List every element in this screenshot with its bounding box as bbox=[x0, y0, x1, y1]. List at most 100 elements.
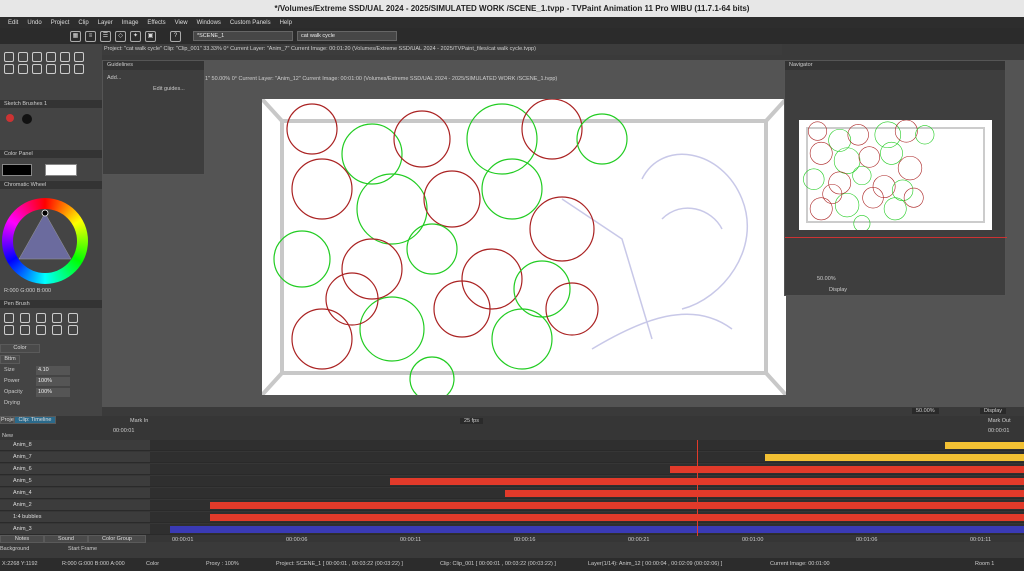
pen-icon[interactable] bbox=[4, 313, 14, 323]
layer-track[interactable] bbox=[150, 524, 1024, 535]
light-icon[interactable]: ✦ bbox=[130, 30, 141, 42]
fps-select[interactable]: 25 fps bbox=[460, 418, 483, 424]
lightbox-icon[interactable]: ◇ bbox=[115, 30, 126, 42]
move-icon[interactable] bbox=[60, 64, 70, 74]
layer-row[interactable]: Anim_6 bbox=[0, 464, 150, 475]
menu-item[interactable]: Project bbox=[51, 20, 70, 26]
menu-item[interactable]: Image bbox=[122, 20, 139, 26]
color-triangle[interactable] bbox=[13, 209, 77, 273]
scene-select[interactable]: *SCENE_1 bbox=[193, 31, 293, 41]
layer-row[interactable]: Anim_7 bbox=[0, 452, 150, 463]
eraser-icon[interactable] bbox=[68, 325, 78, 335]
layer-row[interactable]: Anim_3 bbox=[0, 524, 150, 535]
scissors-icon[interactable] bbox=[4, 325, 14, 335]
line-tool-icon[interactable] bbox=[18, 52, 28, 62]
navigator-zoom[interactable]: 50.00% bbox=[817, 276, 836, 282]
airbrush-icon[interactable] bbox=[68, 313, 78, 323]
layer-row[interactable]: 1:4 bubbles bbox=[0, 512, 150, 523]
grid-icon[interactable]: ▦ bbox=[70, 30, 81, 42]
color-status: Color bbox=[146, 561, 160, 567]
select-free-icon[interactable] bbox=[18, 64, 28, 74]
nav-circle bbox=[897, 155, 923, 181]
menu-item[interactable]: Custom Panels bbox=[230, 20, 271, 26]
stack-icon[interactable]: ☰ bbox=[100, 30, 111, 42]
brush-preset-red[interactable] bbox=[6, 114, 14, 122]
project-tab[interactable]: Project bbox=[0, 416, 18, 424]
canvas-display[interactable]: Display bbox=[980, 408, 1007, 414]
notes-tab[interactable]: Notes bbox=[0, 535, 44, 543]
layer-clip-bar[interactable] bbox=[505, 490, 1024, 497]
menu-item[interactable]: View bbox=[175, 20, 188, 26]
new-layer-button[interactable]: New bbox=[0, 433, 13, 439]
layer-row[interactable]: Anim_8 bbox=[0, 440, 150, 451]
menu-item[interactable]: Clip bbox=[78, 20, 88, 26]
layer-row[interactable]: Anim_5 bbox=[0, 476, 150, 487]
color-tab[interactable]: Color bbox=[0, 344, 40, 353]
primary-color-swatch[interactable] bbox=[2, 164, 32, 176]
layer-clip-bar[interactable] bbox=[670, 466, 1024, 473]
color-triangle-area[interactable] bbox=[13, 209, 77, 273]
layer-track[interactable] bbox=[150, 476, 1024, 487]
menu-item[interactable]: Undo bbox=[27, 20, 41, 26]
opacity-field[interactable]: 100% bbox=[36, 388, 70, 397]
ellipse-tool-icon[interactable] bbox=[46, 52, 56, 62]
navigator-display[interactable]: Display bbox=[829, 287, 847, 293]
color-group-tab[interactable]: Color Group bbox=[88, 535, 146, 543]
marker-icon[interactable] bbox=[52, 313, 62, 323]
mark-out[interactable]: Mark Out bbox=[988, 418, 1011, 424]
navigator-preview[interactable] bbox=[799, 119, 992, 233]
transform-icon[interactable] bbox=[74, 64, 84, 74]
tools-tab[interactable]: Bttm bbox=[0, 355, 20, 364]
layer-track[interactable] bbox=[150, 464, 1024, 475]
layer-track[interactable] bbox=[150, 440, 1024, 451]
canvas-zoom[interactable]: 50.00% bbox=[912, 408, 939, 414]
menu-item[interactable]: Windows bbox=[197, 20, 221, 26]
secondary-color-swatch[interactable] bbox=[45, 164, 77, 176]
ink-icon[interactable] bbox=[36, 313, 46, 323]
menu-item[interactable]: Help bbox=[280, 20, 292, 26]
curve-tool-icon[interactable] bbox=[60, 52, 70, 62]
status-bar: X:2268 Y:1192 R:000 G:000 B:000 A:000 Co… bbox=[0, 558, 1024, 571]
layer-clip-bar[interactable] bbox=[170, 526, 1024, 533]
rect-tool-icon[interactable] bbox=[32, 52, 42, 62]
magic-wand-icon[interactable] bbox=[46, 64, 56, 74]
drawing-canvas[interactable] bbox=[260, 97, 788, 402]
fill-tool-icon[interactable] bbox=[74, 52, 84, 62]
save-icon[interactable]: ▣ bbox=[145, 30, 156, 42]
size-field[interactable]: 4.10 bbox=[36, 366, 70, 375]
edit-guides-button[interactable]: Edit guides... bbox=[103, 86, 204, 92]
sound-tab[interactable]: Sound bbox=[44, 535, 88, 543]
layer-clip-bar[interactable] bbox=[390, 478, 1024, 485]
clip-select[interactable]: cat walk cycle bbox=[297, 31, 397, 41]
layers-icon[interactable]: ≡ bbox=[85, 30, 96, 42]
menu-item[interactable]: Effects bbox=[147, 20, 165, 26]
add-guide-button[interactable]: Add... bbox=[103, 70, 204, 86]
color-wheel[interactable] bbox=[2, 198, 88, 284]
layer-row[interactable]: Anim_4 bbox=[0, 488, 150, 499]
layer-row[interactable]: Anim_2 bbox=[0, 500, 150, 511]
drop-icon[interactable] bbox=[36, 325, 46, 335]
blend-icon[interactable] bbox=[20, 325, 30, 335]
layer-track[interactable] bbox=[150, 512, 1024, 523]
select-rect-icon[interactable] bbox=[4, 64, 14, 74]
brush-preset-black[interactable] bbox=[22, 114, 32, 124]
mark-in[interactable]: Mark In bbox=[130, 418, 148, 424]
menu-item[interactable]: Layer bbox=[98, 20, 113, 26]
layer-clip-bar[interactable] bbox=[945, 442, 1024, 449]
layer-track[interactable] bbox=[150, 500, 1024, 511]
layer-clip-bar[interactable] bbox=[765, 454, 1024, 461]
layer-track[interactable] bbox=[150, 488, 1024, 499]
help-icon[interactable]: ? bbox=[170, 30, 181, 42]
layer-name: 1:4 bubbles bbox=[13, 514, 42, 520]
brush-tool-icon[interactable] bbox=[4, 52, 14, 62]
layer-clip-bar[interactable] bbox=[210, 502, 1024, 509]
power-field[interactable]: 100% bbox=[36, 377, 70, 386]
menu-item[interactable]: Edit bbox=[8, 20, 18, 26]
room-select[interactable]: Room 1 bbox=[975, 558, 994, 571]
layer-track[interactable] bbox=[150, 452, 1024, 463]
layer-clip-bar[interactable] bbox=[210, 514, 1024, 521]
lasso-icon[interactable] bbox=[32, 64, 42, 74]
clip-timeline-tab[interactable]: Clip: Timeline bbox=[14, 416, 56, 424]
text-tool-icon[interactable] bbox=[52, 325, 62, 335]
pencil-icon[interactable] bbox=[20, 313, 30, 323]
